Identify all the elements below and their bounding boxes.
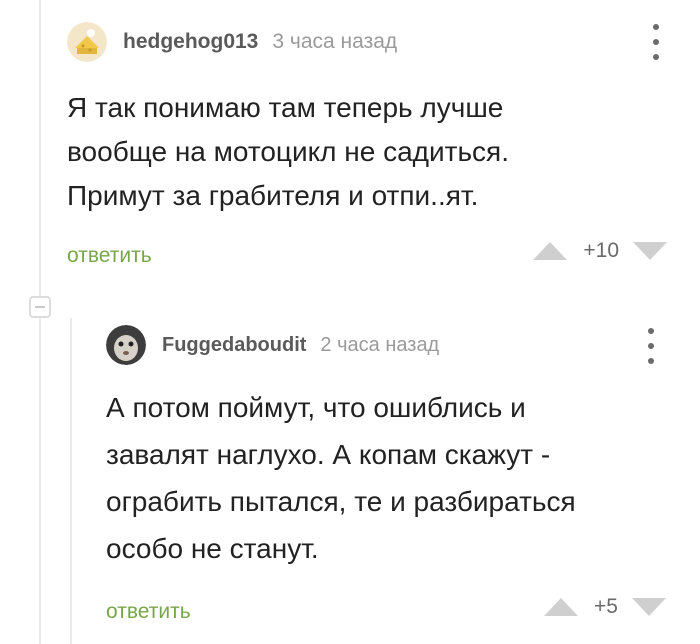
comment-footer: ответить +5 xyxy=(106,592,676,632)
timestamp[interactable]: 2 часа назад xyxy=(320,334,439,357)
rating: +10 xyxy=(583,239,619,262)
vote-down-icon[interactable] xyxy=(631,240,669,262)
comment: hedgehog013 3 часа назад Я так понимаю т… xyxy=(67,18,677,276)
username[interactable]: hedgehog013 xyxy=(123,30,258,54)
more-vertical-icon[interactable] xyxy=(651,24,661,60)
comment-header: hedgehog013 3 часа назад xyxy=(67,18,677,66)
vote-down-icon[interactable] xyxy=(630,596,668,618)
vote-controls: +5 xyxy=(542,595,668,619)
comment-text: Я так понимаю там теперь лучше вообще на… xyxy=(67,92,509,211)
username[interactable]: Fuggedaboudit xyxy=(162,334,306,357)
user-avatar[interactable] xyxy=(106,325,146,365)
comment: Fuggedaboudit 2 часа назад А потом пойму… xyxy=(106,322,676,632)
rating: +5 xyxy=(594,595,618,618)
reply-button[interactable]: ответить xyxy=(67,244,152,268)
comment-text: А потом поймут, что ошиблись и завалят н… xyxy=(106,392,576,564)
vote-up-icon[interactable] xyxy=(542,596,580,618)
comment-footer: ответить +10 xyxy=(67,236,677,276)
more-vertical-icon[interactable] xyxy=(646,328,656,364)
collapse-thread-icon[interactable] xyxy=(29,296,51,318)
timestamp[interactable]: 3 часа назад xyxy=(272,30,397,54)
thread-line xyxy=(39,0,41,644)
thread-line xyxy=(70,318,72,644)
vote-up-icon[interactable] xyxy=(531,240,569,262)
reply-button[interactable]: ответить xyxy=(106,600,191,624)
comment-header: Fuggedaboudit 2 часа назад xyxy=(106,322,676,368)
vote-controls: +10 xyxy=(531,239,669,263)
user-avatar[interactable] xyxy=(67,22,107,62)
